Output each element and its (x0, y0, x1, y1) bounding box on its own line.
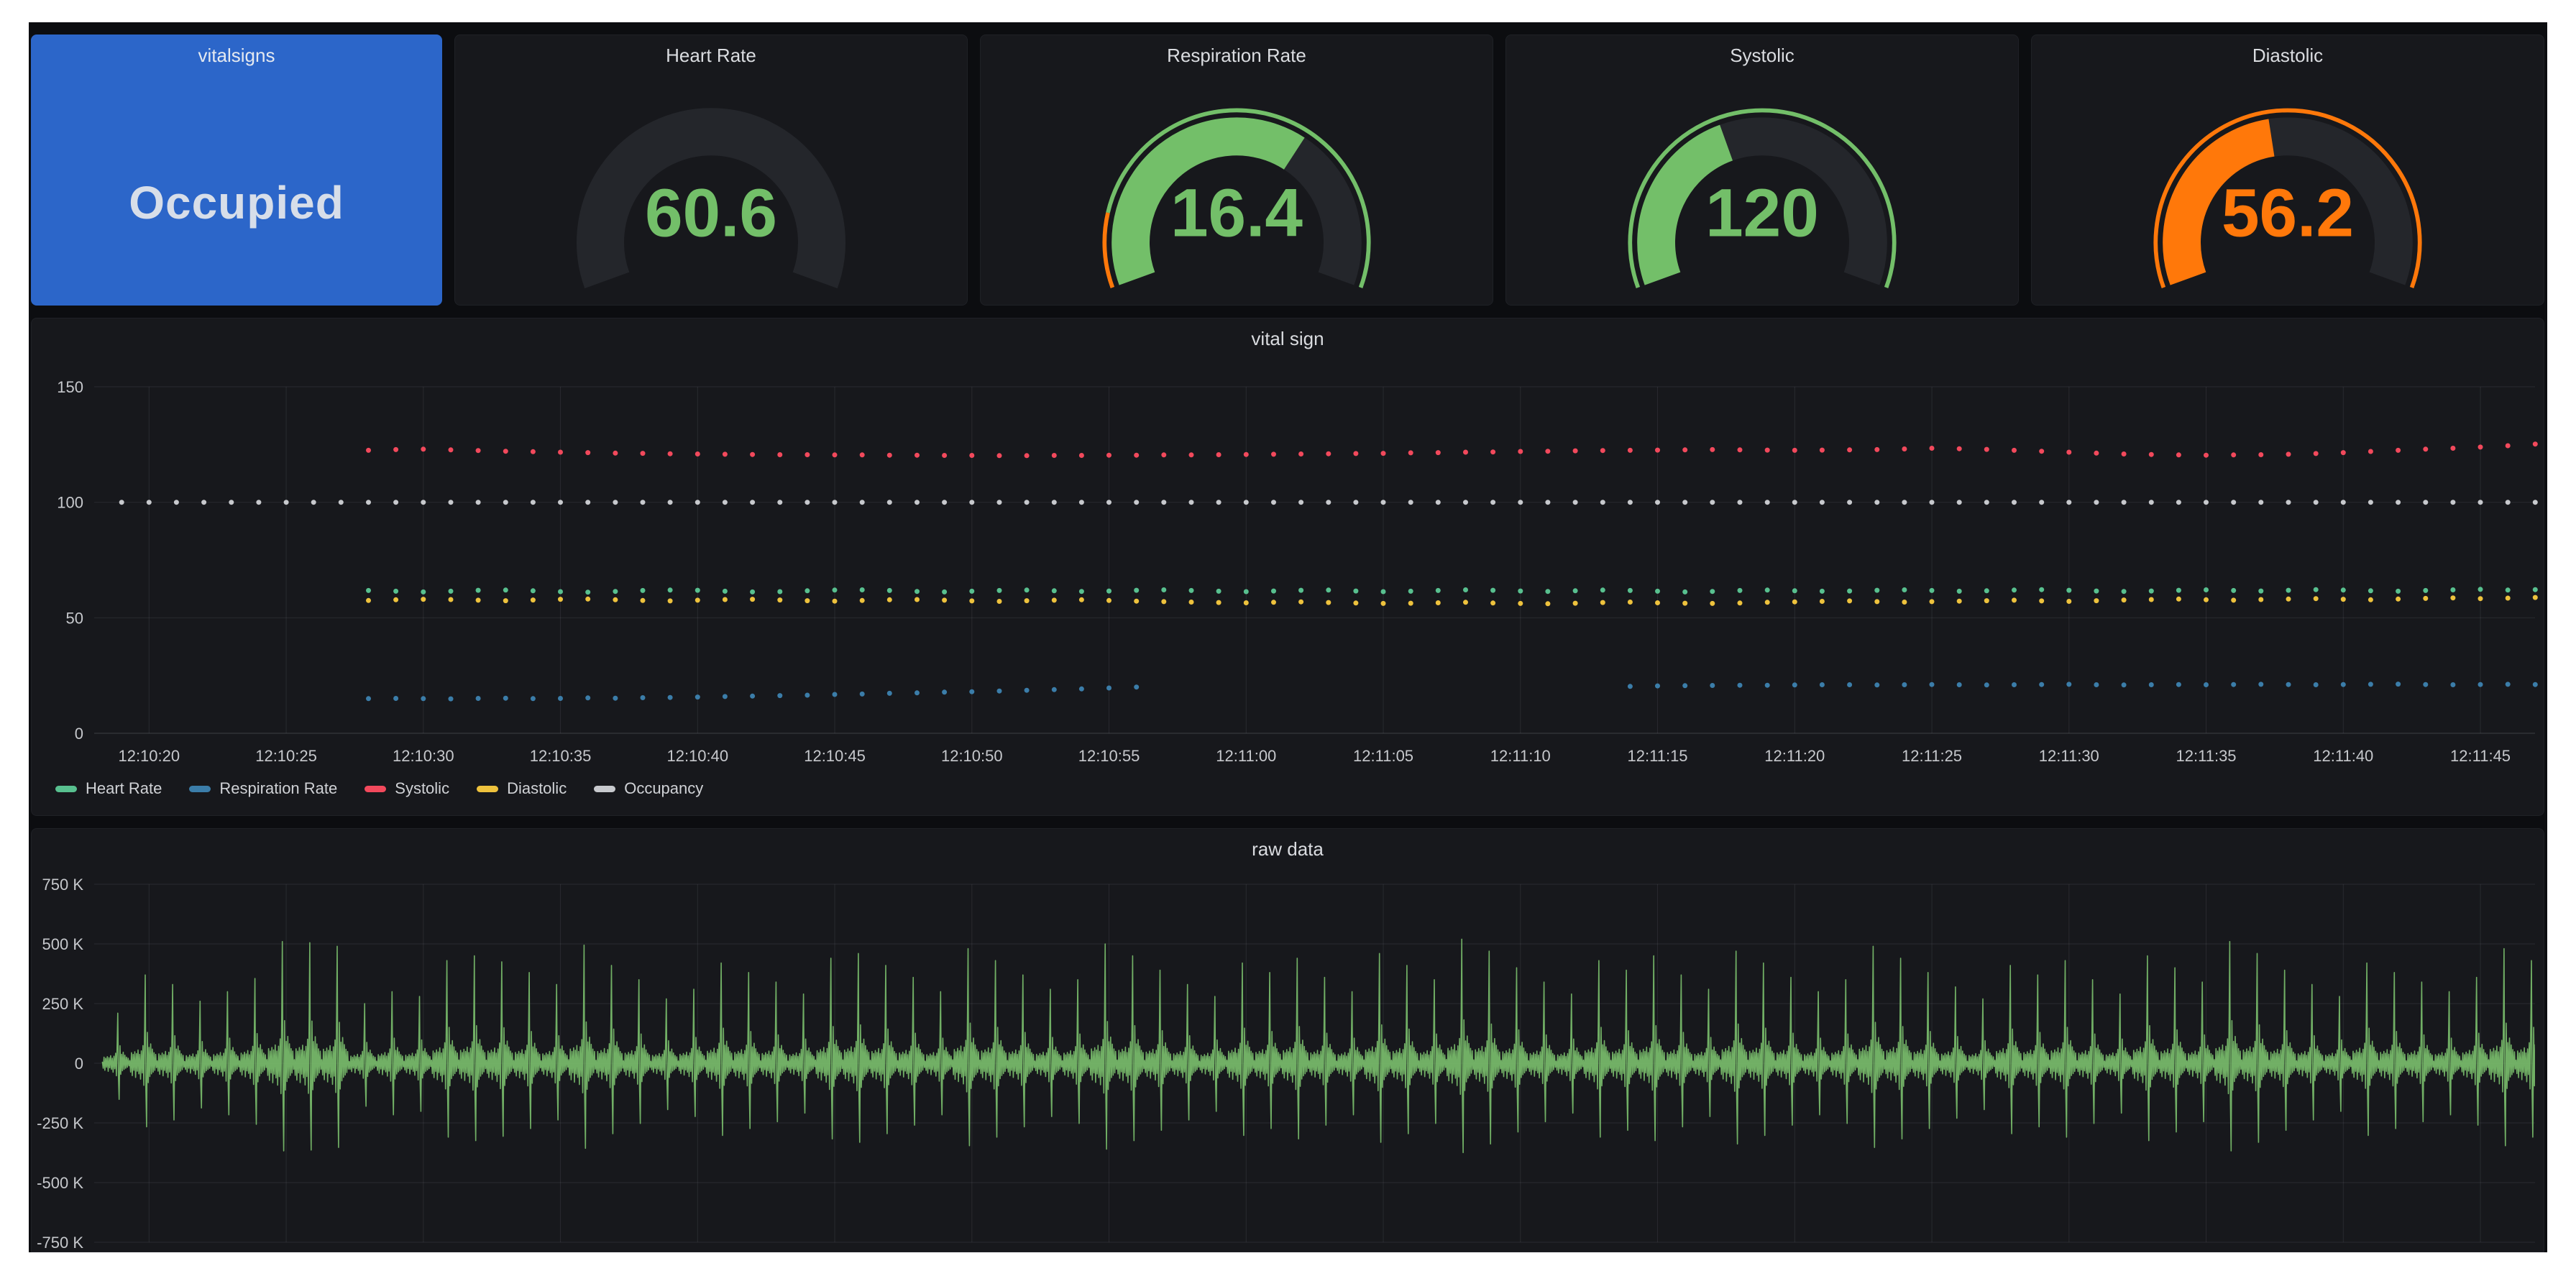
legend-item-systolic[interactable]: Systolic (365, 781, 449, 797)
legend-item-diastolic[interactable]: Diastolic (477, 781, 567, 797)
panel-title-vitalsigns[interactable]: vitalsigns (32, 45, 441, 66)
panel-title-raw-data[interactable]: raw data (32, 839, 2544, 860)
panel-title-systolic[interactable]: Systolic (1506, 45, 2018, 66)
svg-text:12:10:45: 12:10:45 (804, 747, 866, 765)
svg-text:12:11:30: 12:11:30 (2039, 747, 2099, 765)
panel-systolic: Systolic 120 (1505, 35, 2019, 306)
panel-vitalsigns: vitalsigns Occupied (31, 35, 442, 306)
svg-text:12:11:00: 12:11:00 (1216, 747, 1276, 765)
svg-text:16.4: 16.4 (1170, 175, 1303, 251)
panel-title-diastolic[interactable]: Diastolic (2032, 45, 2544, 66)
legend-label: Heart Rate (86, 779, 162, 797)
panel-respiration-rate: Respiration Rate 16.4 (980, 35, 1493, 306)
legend-swatch-diastolic (477, 785, 499, 792)
svg-text:150: 150 (57, 378, 83, 396)
svg-text:120: 120 (1705, 175, 1819, 251)
vital-sign-chart[interactable]: 0 50 100 150 12:10:20 12:10:25 12:10:30 12:10:3… (32, 318, 2544, 815)
legend-swatch-heart-rate (55, 785, 77, 792)
raw-data-chart[interactable]: 750 K 500 K 250 K 0 -250 K -500 K -750 K (32, 829, 2544, 1252)
svg-text:250 K: 250 K (42, 995, 84, 1013)
svg-text:12:11:40: 12:11:40 (2313, 747, 2373, 765)
svg-text:500 K: 500 K (42, 935, 84, 953)
panel-raw-data: 750 K 500 K 250 K 0 -250 K -500 K -750 K raw d… (31, 828, 2544, 1252)
svg-text:56.2: 56.2 (2222, 175, 2354, 251)
legend-item-heart-rate[interactable]: Heart Rate (55, 781, 162, 797)
svg-text:12:10:25: 12:10:25 (255, 747, 317, 765)
legend-label: Occupancy (624, 779, 704, 797)
svg-text:-500 K: -500 K (37, 1174, 83, 1192)
svg-text:12:11:35: 12:11:35 (2176, 747, 2237, 765)
legend-item-respiration-rate[interactable]: Respiration Rate (189, 781, 337, 797)
svg-text:12:10:55: 12:10:55 (1078, 747, 1140, 765)
grafana-dashboard: vitalsigns Occupied Heart Rate 60.6 Resp… (29, 22, 2547, 1252)
legend-label: Systolic (395, 779, 450, 797)
legend-label: Respiration Rate (219, 779, 338, 797)
legend-item-occupancy[interactable]: Occupancy (594, 781, 703, 797)
svg-text:12:10:40: 12:10:40 (666, 747, 728, 765)
svg-text:12:10:30: 12:10:30 (393, 747, 454, 765)
svg-text:12:11:25: 12:11:25 (1902, 747, 1962, 765)
svg-text:12:11:45: 12:11:45 (2450, 747, 2511, 765)
systolic-gauge: 120 (1604, 67, 1920, 304)
panel-diastolic: Diastolic 56.2 (2031, 35, 2544, 306)
svg-text:50: 50 (66, 609, 83, 627)
legend-label: Diastolic (507, 779, 567, 797)
respiration-rate-gauge: 16.4 (1078, 67, 1395, 304)
legend-swatch-respiration-rate (189, 785, 211, 792)
panel-title-respiration-rate[interactable]: Respiration Rate (981, 45, 1493, 66)
svg-text:0: 0 (75, 725, 83, 743)
svg-text:0: 0 (75, 1055, 83, 1073)
heart-rate-gauge: 60.6 (553, 67, 869, 304)
panel-title-vital-sign[interactable]: vital sign (32, 329, 2544, 349)
svg-text:60.6: 60.6 (645, 175, 777, 251)
svg-text:12:10:35: 12:10:35 (530, 747, 592, 765)
svg-text:12:10:20: 12:10:20 (118, 747, 180, 765)
panel-vital-sign: 0 50 100 150 12:10:20 12:10:25 12:10:30 12:10:3… (31, 318, 2544, 816)
legend-swatch-systolic (365, 785, 387, 792)
svg-text:12:11:20: 12:11:20 (1764, 747, 1825, 765)
svg-text:12:10:50: 12:10:50 (941, 747, 1003, 765)
vital-sign-legend: Heart Rate Respiration Rate Systolic Diasto… (55, 781, 703, 797)
panel-title-heart-rate[interactable]: Heart Rate (455, 45, 967, 66)
svg-text:12:11:10: 12:11:10 (1490, 747, 1551, 765)
svg-text:-250 K: -250 K (37, 1114, 83, 1132)
svg-text:-750 K: -750 K (37, 1234, 83, 1252)
svg-text:12:11:15: 12:11:15 (1628, 747, 1688, 765)
svg-text:750 K: 750 K (42, 876, 84, 894)
stat-value-occupied: Occupied (129, 177, 344, 229)
legend-swatch-occupancy (594, 785, 616, 792)
diastolic-gauge: 56.2 (2130, 67, 2446, 304)
svg-text:12:11:05: 12:11:05 (1353, 747, 1413, 765)
svg-text:100: 100 (57, 494, 83, 512)
panel-heart-rate: Heart Rate 60.6 (454, 35, 968, 306)
page: vitalsigns Occupied Heart Rate 60.6 Resp… (0, 0, 2576, 1271)
